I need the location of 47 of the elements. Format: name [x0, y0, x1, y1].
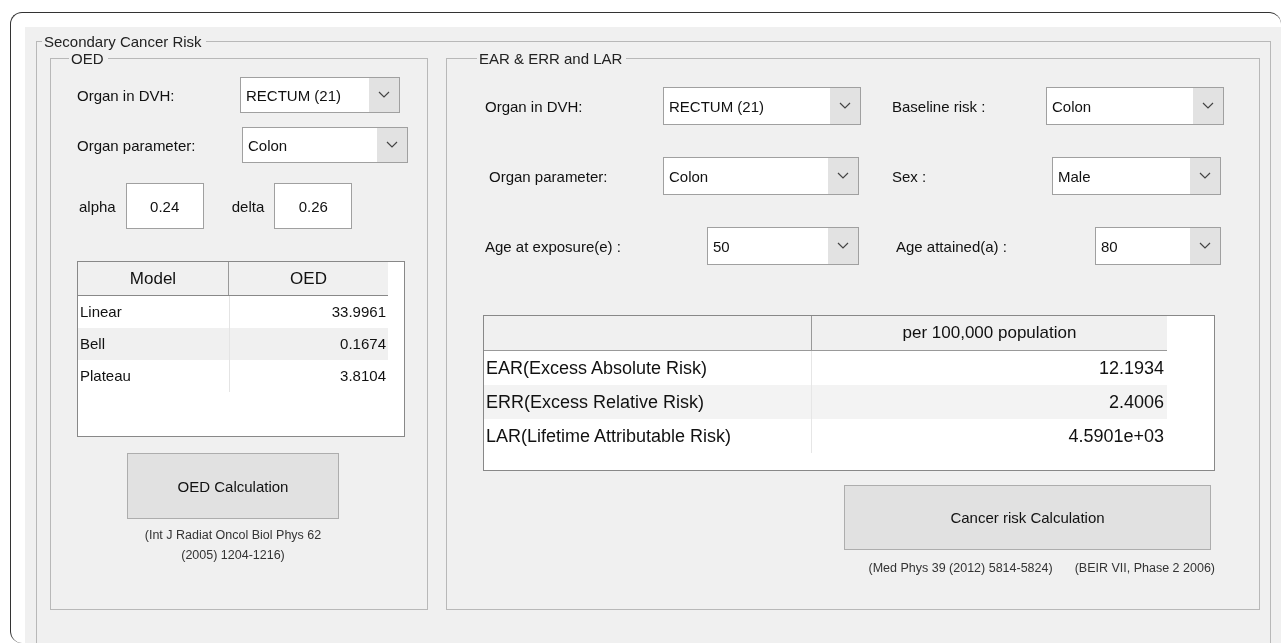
chevron-down-icon [837, 172, 849, 180]
field-label: Organ in DVH: [485, 97, 584, 115]
field-label: alpha [79, 197, 116, 215]
group-title: Secondary Cancer Risk [43, 33, 203, 50]
column-header: Model [78, 262, 229, 295]
calculate-button[interactable]: Cancer risk Calculation [844, 485, 1211, 550]
chevron-down-icon [378, 91, 390, 99]
table-cell: Plateau [78, 360, 230, 392]
input-field[interactable]: 0.26 [274, 183, 353, 229]
column-header: OED [289, 268, 328, 290]
field-label: Sex : [892, 167, 928, 185]
table-cell-text: 12.1934 [1097, 357, 1165, 380]
dropdown[interactable]: Colon [242, 127, 408, 163]
field-label: delta [231, 197, 265, 215]
table-cell-text: 2.4006 [1107, 391, 1165, 414]
field-label: Organ parameter: [77, 136, 197, 154]
calculate-button[interactable]: OED Calculation [127, 453, 339, 519]
chevron-down-icon [1202, 102, 1214, 110]
table-cell-text: 0.1674 [339, 334, 387, 354]
reference-text: (BEIR VII, Phase 2 2006) [1074, 561, 1215, 575]
field-label: Age at exposure(e) : [485, 237, 622, 255]
table-cell-text: 4.5901e+03 [1067, 425, 1165, 448]
chevron-down-icon [1199, 242, 1211, 250]
dropdown[interactable]: Colon [1046, 87, 1224, 125]
table-cell: LAR(Lifetime Attributable Risk) [484, 419, 812, 453]
field-label: Organ parameter: [489, 167, 609, 185]
dropdown[interactable]: RECTUM (21) [663, 87, 861, 125]
reference-text: (Med Phys 39 (2012) 5814-5824) [868, 561, 1053, 575]
dropdown[interactable]: Colon [663, 157, 859, 195]
field-label: Baseline risk : [892, 97, 987, 115]
reference-text: (Int J Radiat Oncol Biol Phys 62 (2005) 1204-1216) [143, 527, 323, 564]
input-field[interactable]: 0.24 [125, 183, 204, 229]
chevron-down-icon [837, 242, 849, 250]
dropdown[interactable]: RECTUM (21) [240, 77, 400, 113]
group-title: OED [70, 50, 105, 67]
dropdown[interactable]: 80 [1095, 227, 1221, 265]
chevron-down-icon [839, 102, 851, 110]
dropdown[interactable]: Male [1052, 157, 1221, 195]
chevron-down-icon [1199, 172, 1211, 180]
field-label: Organ in DVH: [77, 86, 176, 104]
column-header: per 100,000 population [901, 322, 1078, 344]
chevron-down-icon [386, 141, 398, 149]
table-cell-text: 33.9961 [330, 302, 387, 322]
table-cell-text: 3.8104 [339, 366, 387, 386]
group-title: EAR & ERR and LAR [478, 50, 624, 67]
field-label: Age attained(a) : [896, 237, 1008, 255]
dropdown[interactable]: 50 [707, 227, 859, 265]
